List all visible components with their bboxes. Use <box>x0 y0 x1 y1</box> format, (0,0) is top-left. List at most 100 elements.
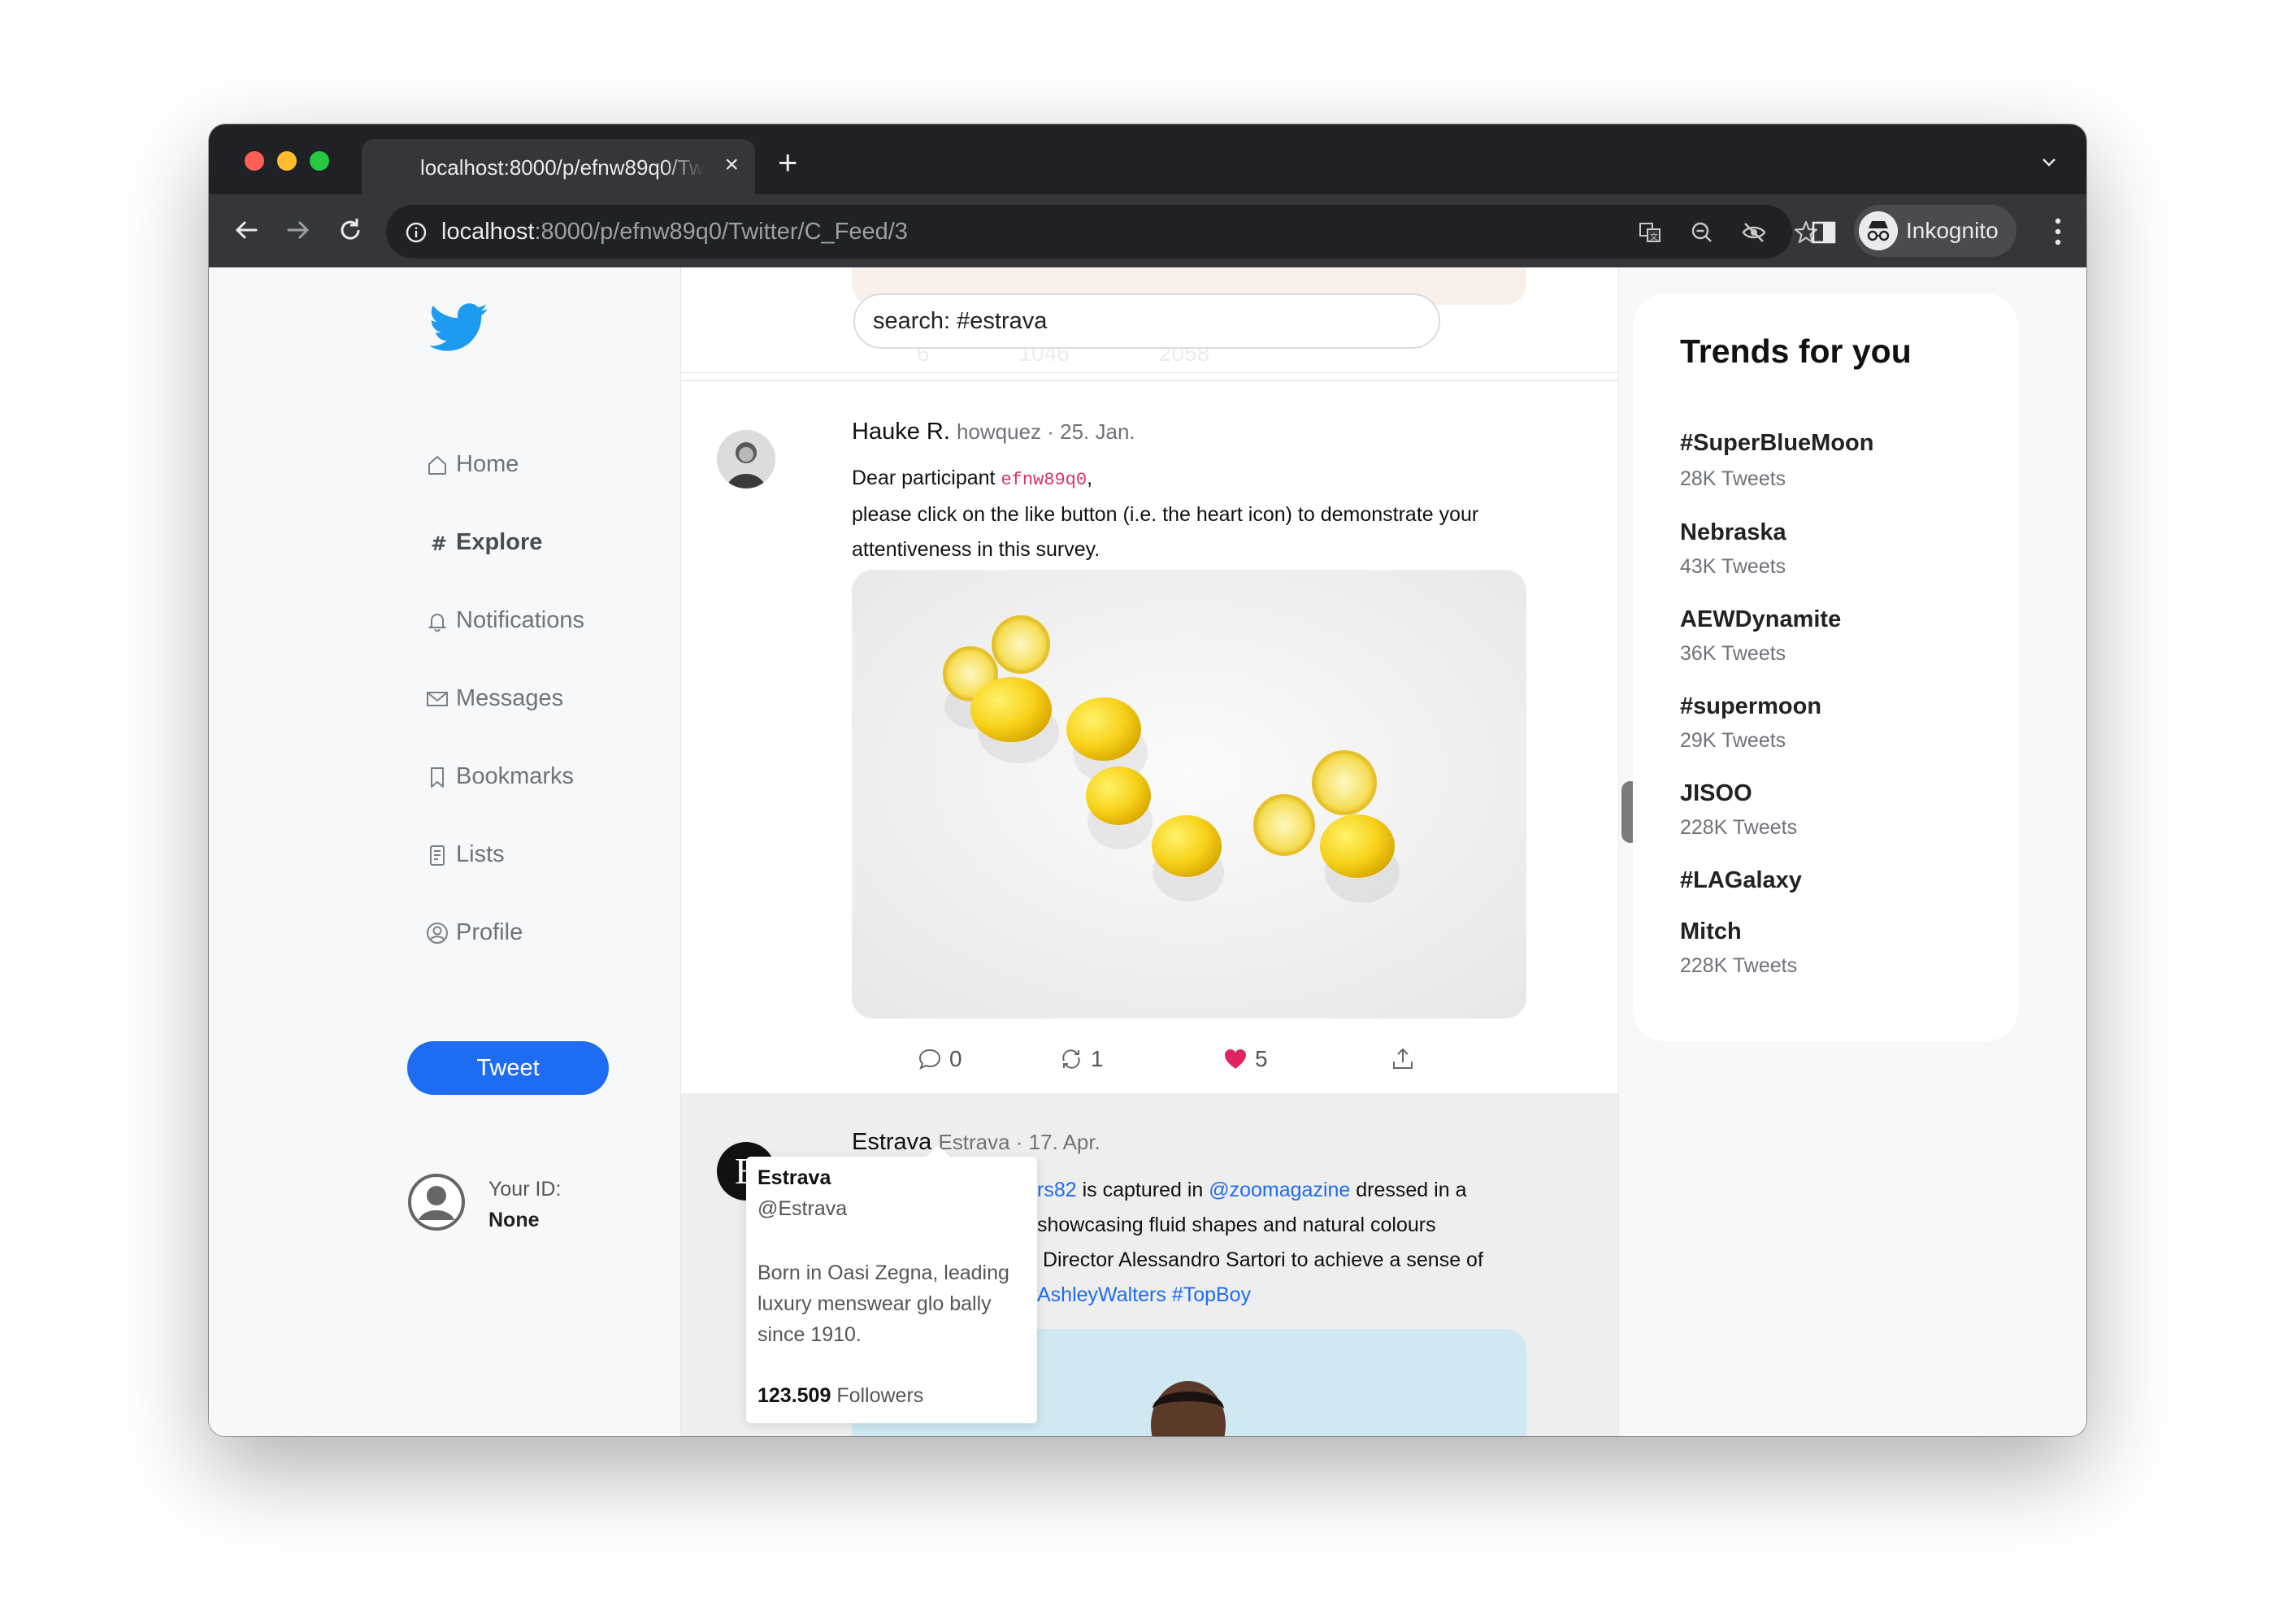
browser-menu-icon[interactable] <box>2054 217 2062 246</box>
trend-item-count: 228K Tweets <box>1680 954 1798 977</box>
like-count: 5 <box>1255 1046 1268 1071</box>
url-text: localhost:8000/p/efnw89q0/Twitter/C_Feed… <box>441 219 908 245</box>
tab-title: localhost:8000/p/efnw89q0/Twitter/C_Feed… <box>420 155 705 180</box>
reply-button[interactable]: 0 <box>917 1046 962 1072</box>
trend-item-count: 36K Tweets <box>1680 642 1786 665</box>
sidebar-item-label: Notifications <box>456 607 584 633</box>
feed-column: 6 1046 2058 Hauke R. howquez · 25. Jan. <box>680 267 1619 1436</box>
retweet-button[interactable]: 1 <box>1058 1046 1104 1072</box>
mention-link[interactable]: rs82 <box>1037 1179 1077 1201</box>
followers-count: 123.509 <box>757 1384 831 1407</box>
envelope-icon <box>427 691 448 706</box>
svg-text:#: # <box>431 532 447 555</box>
sidebar-item-messages[interactable]: Messages <box>425 685 563 712</box>
bell-icon <box>428 613 447 632</box>
trends-title: Trends for you <box>1680 332 1912 370</box>
tweet-button[interactable]: Tweet <box>407 1041 609 1095</box>
incognito-profile-button[interactable]: Inkognito <box>1854 205 2016 257</box>
trend-item-name[interactable]: Mitch <box>1680 918 1742 945</box>
translate-icon[interactable]: 文 <box>1636 219 1664 246</box>
author-name[interactable]: Hauke R. <box>852 419 950 445</box>
tweet-hauke: Hauke R. howquez · 25. Jan. Dear partici… <box>681 381 1619 1093</box>
hash-icon: # <box>431 532 447 555</box>
forward-arrow-icon[interactable] <box>282 214 315 246</box>
heart-filled-icon <box>1225 1049 1246 1069</box>
sidebar-item-label: Lists <box>456 841 505 867</box>
title-bar: localhost:8000/p/efnw89q0/Twitter/C_Feed… <box>209 124 2086 194</box>
search-input[interactable] <box>853 293 1440 349</box>
browser-tab[interactable]: localhost:8000/p/efnw89q0/Twitter/C_Feed… <box>362 139 755 194</box>
sidebar-item-bookmarks[interactable]: Bookmarks <box>425 763 574 790</box>
back-arrow-icon[interactable] <box>230 214 263 246</box>
side-panel-icon[interactable] <box>1810 219 1838 246</box>
left-sidebar: Home # Explore Notifications Messages Bo… <box>209 267 680 1436</box>
tab-close-icon[interactable]: × <box>724 150 739 180</box>
sidebar-item-profile[interactable]: Profile <box>425 919 523 946</box>
incognito-icon <box>1859 211 1898 250</box>
sidebar-item-notifications[interactable]: Notifications <box>425 607 584 634</box>
trend-item-count: 228K Tweets <box>1680 816 1798 839</box>
hover-card-bio: Born in Oasi Zegna, leading luxury mensw… <box>757 1261 1009 1346</box>
tab-search-chevron-icon[interactable] <box>2041 154 2057 170</box>
like-button[interactable]: 5 <box>1222 1046 1268 1072</box>
reload-icon[interactable] <box>334 214 367 246</box>
list-icon <box>430 845 445 866</box>
sidebar-item-label: Profile <box>456 919 523 945</box>
retweet-count: 1 <box>1091 1046 1104 1071</box>
trend-item-name[interactable]: JISOO <box>1680 780 1752 807</box>
tweet-meta: howquez · 25. Jan. <box>956 419 1135 444</box>
eye-off-icon[interactable] <box>1740 219 1768 246</box>
close-window-button[interactable] <box>245 151 264 171</box>
hashtag-links[interactable]: AshleyWalters #TopBoy <box>1037 1283 1251 1306</box>
tweet-actions: 0 1 5 <box>917 1046 1421 1079</box>
trend-item-name[interactable]: #supermoon <box>1680 693 1821 720</box>
user-circle-icon <box>427 922 448 944</box>
bookmark-icon <box>431 766 444 788</box>
minimize-window-button[interactable] <box>277 151 297 171</box>
tweet-text: Dear participant efnw89q0, please click … <box>852 467 1479 561</box>
tweet-image-lemons[interactable] <box>852 570 1526 1018</box>
sidebar-item-label: Explore <box>456 529 543 555</box>
share-button[interactable] <box>1390 1046 1416 1072</box>
new-tab-button[interactable]: + <box>778 145 798 180</box>
sidebar-item-label: Bookmarks <box>456 763 575 789</box>
retweet-icon <box>1062 1049 1080 1069</box>
speech-bubble-icon <box>918 1049 941 1070</box>
your-id-label: Your ID: <box>488 1178 562 1201</box>
profile-label: Inkognito <box>1906 218 1999 243</box>
sidebar-item-explore[interactable]: # Explore <box>425 529 542 556</box>
reply-count: 0 <box>949 1046 962 1071</box>
author-name[interactable]: Estrava <box>852 1129 931 1155</box>
trend-item-name[interactable]: #SuperBlueMoon <box>1680 430 1873 457</box>
sidebar-item-lists[interactable]: Lists <box>425 841 505 868</box>
participant-code: efnw89q0 <box>1001 470 1087 490</box>
svg-text:文: 文 <box>1650 232 1658 242</box>
trend-item-name[interactable]: #LAGalaxy <box>1680 867 1802 894</box>
hover-card-name[interactable]: Estrava <box>757 1166 831 1190</box>
browser-window: localhost:8000/p/efnw89q0/Twitter/C_Feed… <box>209 124 2086 1436</box>
hover-card-followers: 123.509 Followers <box>757 1384 924 1407</box>
trends-panel: Trends for you #SuperBlueMoon 28K Tweets… <box>1633 293 2018 1041</box>
twitter-bird-logo-icon[interactable] <box>430 303 488 352</box>
trend-item-name[interactable]: Nebraska <box>1680 519 1786 546</box>
sidebar-item-label: Messages <box>456 685 564 711</box>
profile-hover-card[interactable]: Estrava @Estrava Born in Oasi Zegna, lea… <box>746 1144 1037 1423</box>
maximize-window-button[interactable] <box>310 151 329 171</box>
your-id-value: None <box>488 1209 540 1231</box>
tweet-meta: Estrava · 17. Apr. <box>938 1130 1100 1154</box>
author-avatar[interactable] <box>717 430 775 489</box>
sidebar-item-home[interactable]: Home <box>425 451 519 478</box>
mention-link-zoomagazine[interactable]: @zoomagazine <box>1209 1179 1350 1201</box>
trend-item-count: 43K Tweets <box>1680 555 1786 578</box>
address-bar[interactable]: localhost:8000/p/efnw89q0/Twitter/C_Feed… <box>386 205 1818 258</box>
trend-item-count: 29K Tweets <box>1680 729 1786 752</box>
page-viewport: Home # Explore Notifications Messages Bo… <box>209 267 2086 1436</box>
home-icon <box>428 455 446 475</box>
trend-item-count: 28K Tweets <box>1680 467 1786 490</box>
site-info-icon[interactable] <box>402 219 430 246</box>
previous-tweet-remnant: 6 1046 2058 <box>681 267 1618 373</box>
sidebar-item-label: Home <box>456 451 519 477</box>
zoom-out-icon[interactable] <box>1688 219 1716 246</box>
lemons-photo <box>852 570 1526 1018</box>
trend-item-name[interactable]: AEWDynamite <box>1680 606 1841 633</box>
